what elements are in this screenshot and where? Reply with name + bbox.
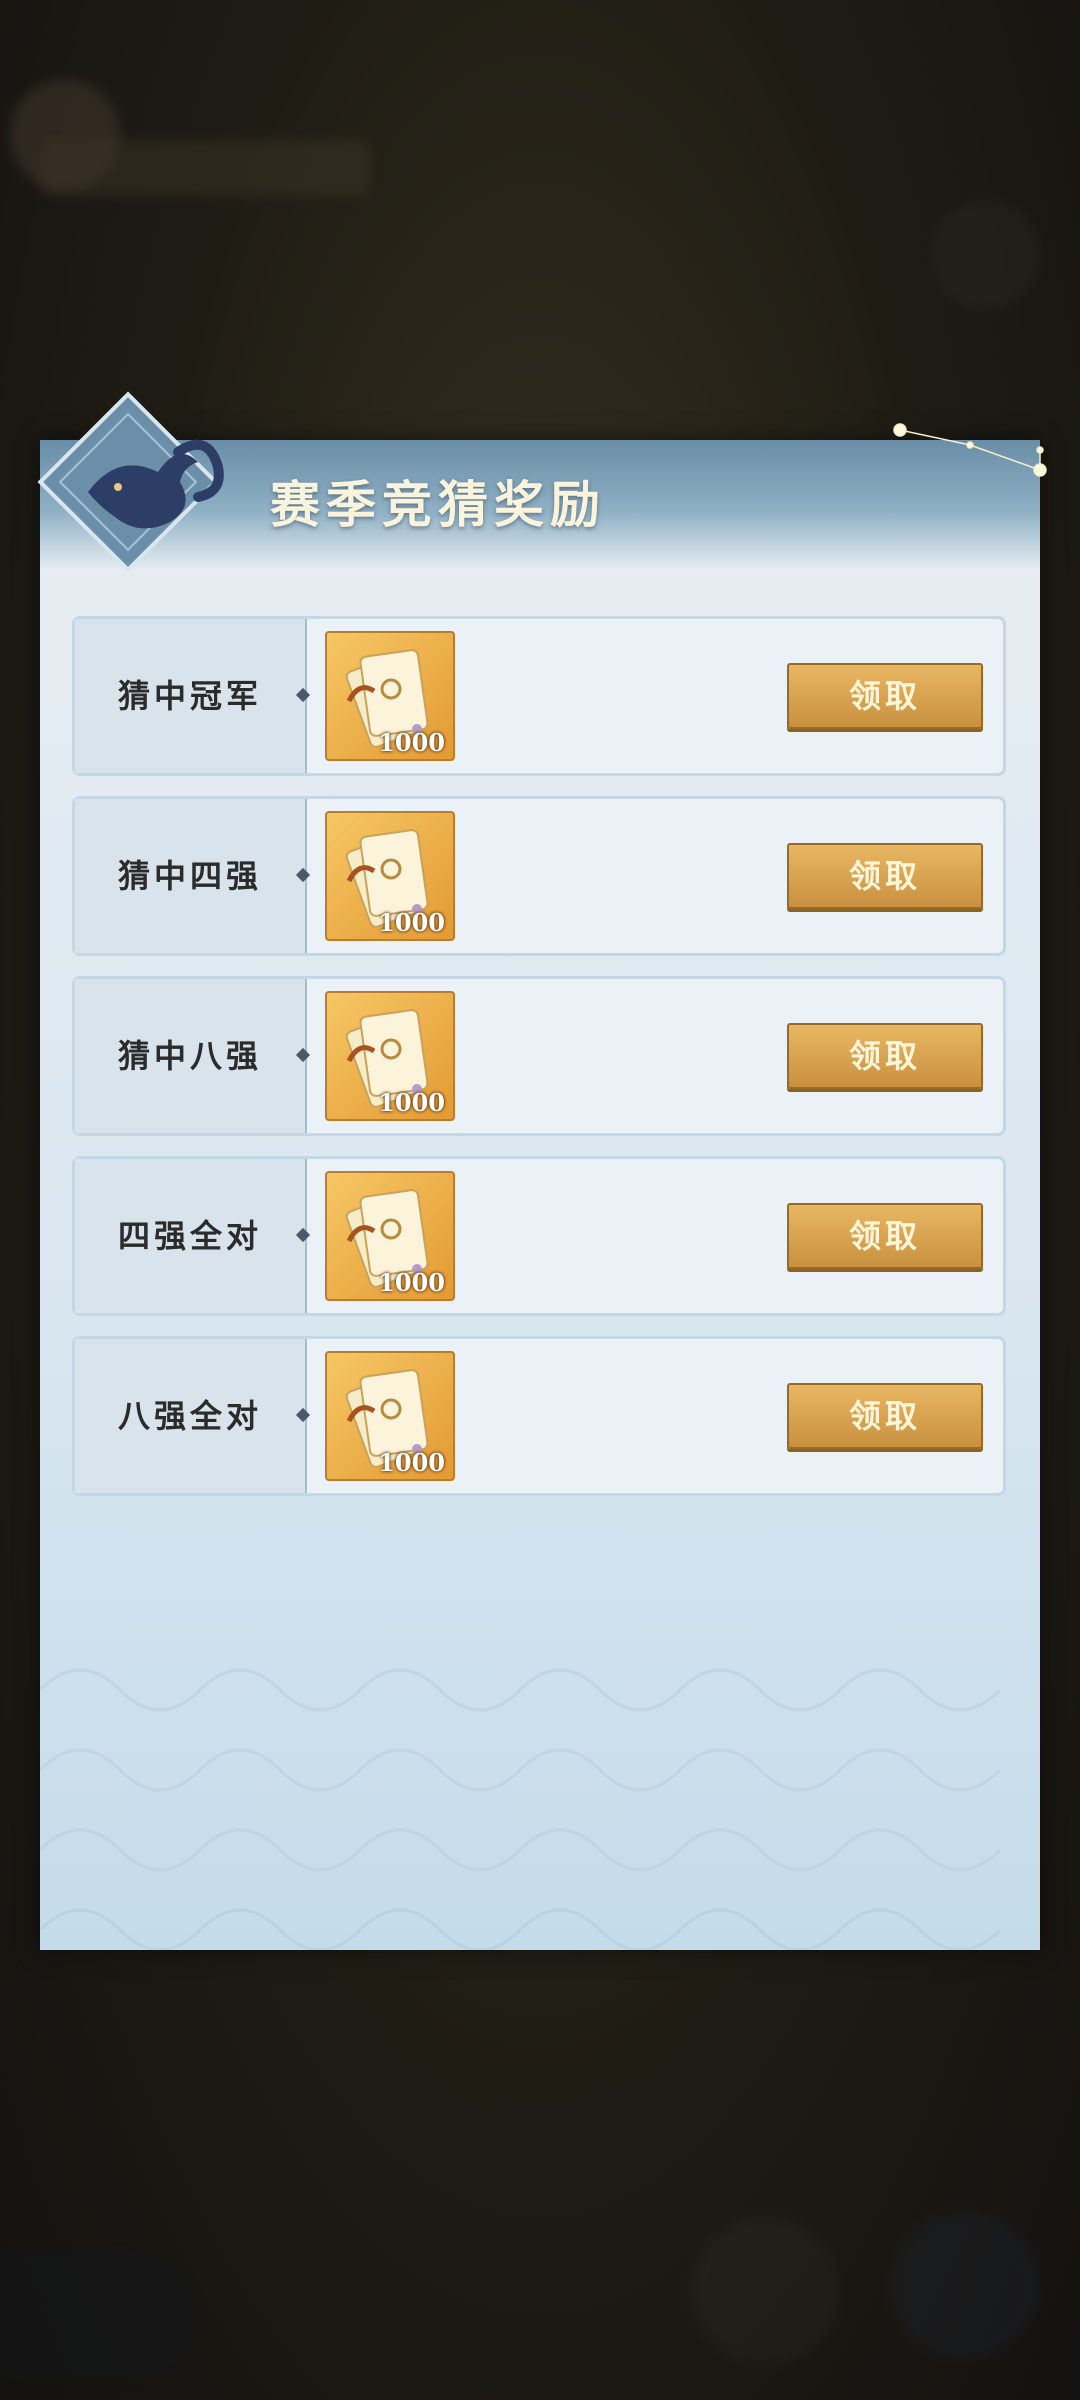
background-bottom-icon-2 — [890, 2210, 1040, 2360]
reward-quantity: 1000 — [378, 1088, 445, 1117]
reward-condition-label: 猜中冠军 — [117, 677, 262, 715]
claim-button[interactable]: 领取 — [787, 1383, 983, 1449]
reward-quantity: 1000 — [378, 728, 445, 757]
background-back-button — [0, 2250, 200, 2380]
reward-item[interactable]: 1000 — [325, 811, 455, 941]
reward-condition-label: 猜中四强 — [117, 857, 262, 895]
reward-row: 猜中八强 1000 领取 — [72, 976, 1006, 1136]
season-guess-reward-panel: 赛季竞猜奖励 猜中冠军 1000 领取 猜中四强 1000 领取 猜中八强 10… — [37, 391, 1047, 1950]
reward-condition-label: 四强全对 — [117, 1217, 262, 1255]
background-bottom-icon-1 — [690, 2215, 840, 2365]
claim-button[interactable]: 领取 — [787, 1023, 983, 1089]
reward-quantity: 1000 — [378, 1448, 445, 1477]
reward-row: 四强全对 1000 领取 — [72, 1156, 1006, 1316]
reward-quantity: 1000 — [378, 1268, 445, 1297]
reward-item[interactable]: 1000 — [325, 1351, 455, 1481]
cloud-pattern-decoration — [40, 1668, 1002, 1950]
fox-emblem-icon — [37, 391, 224, 573]
reward-row: 猜中四强 1000 领取 — [72, 796, 1006, 956]
reward-row: 猜中冠军 1000 领取 — [72, 616, 1006, 776]
constellation-icon — [893, 423, 1047, 477]
panel-title: 赛季竞猜奖励 — [270, 475, 606, 534]
reward-condition-label: 猜中八强 — [117, 1037, 262, 1075]
claim-button[interactable]: 领取 — [787, 1203, 983, 1269]
background-home-icon — [930, 200, 1040, 310]
reward-item[interactable]: 1000 — [325, 1171, 455, 1301]
reward-quantity: 1000 — [378, 908, 445, 937]
claim-button[interactable]: 领取 — [787, 843, 983, 909]
reward-item[interactable]: 1000 — [325, 991, 455, 1121]
claim-button[interactable]: 领取 — [787, 663, 983, 729]
background-title-bar — [40, 140, 370, 196]
reward-row: 八强全对 1000 领取 — [72, 1336, 1006, 1496]
reward-condition-label: 八强全对 — [117, 1397, 262, 1435]
reward-item[interactable]: 1000 — [325, 631, 455, 761]
